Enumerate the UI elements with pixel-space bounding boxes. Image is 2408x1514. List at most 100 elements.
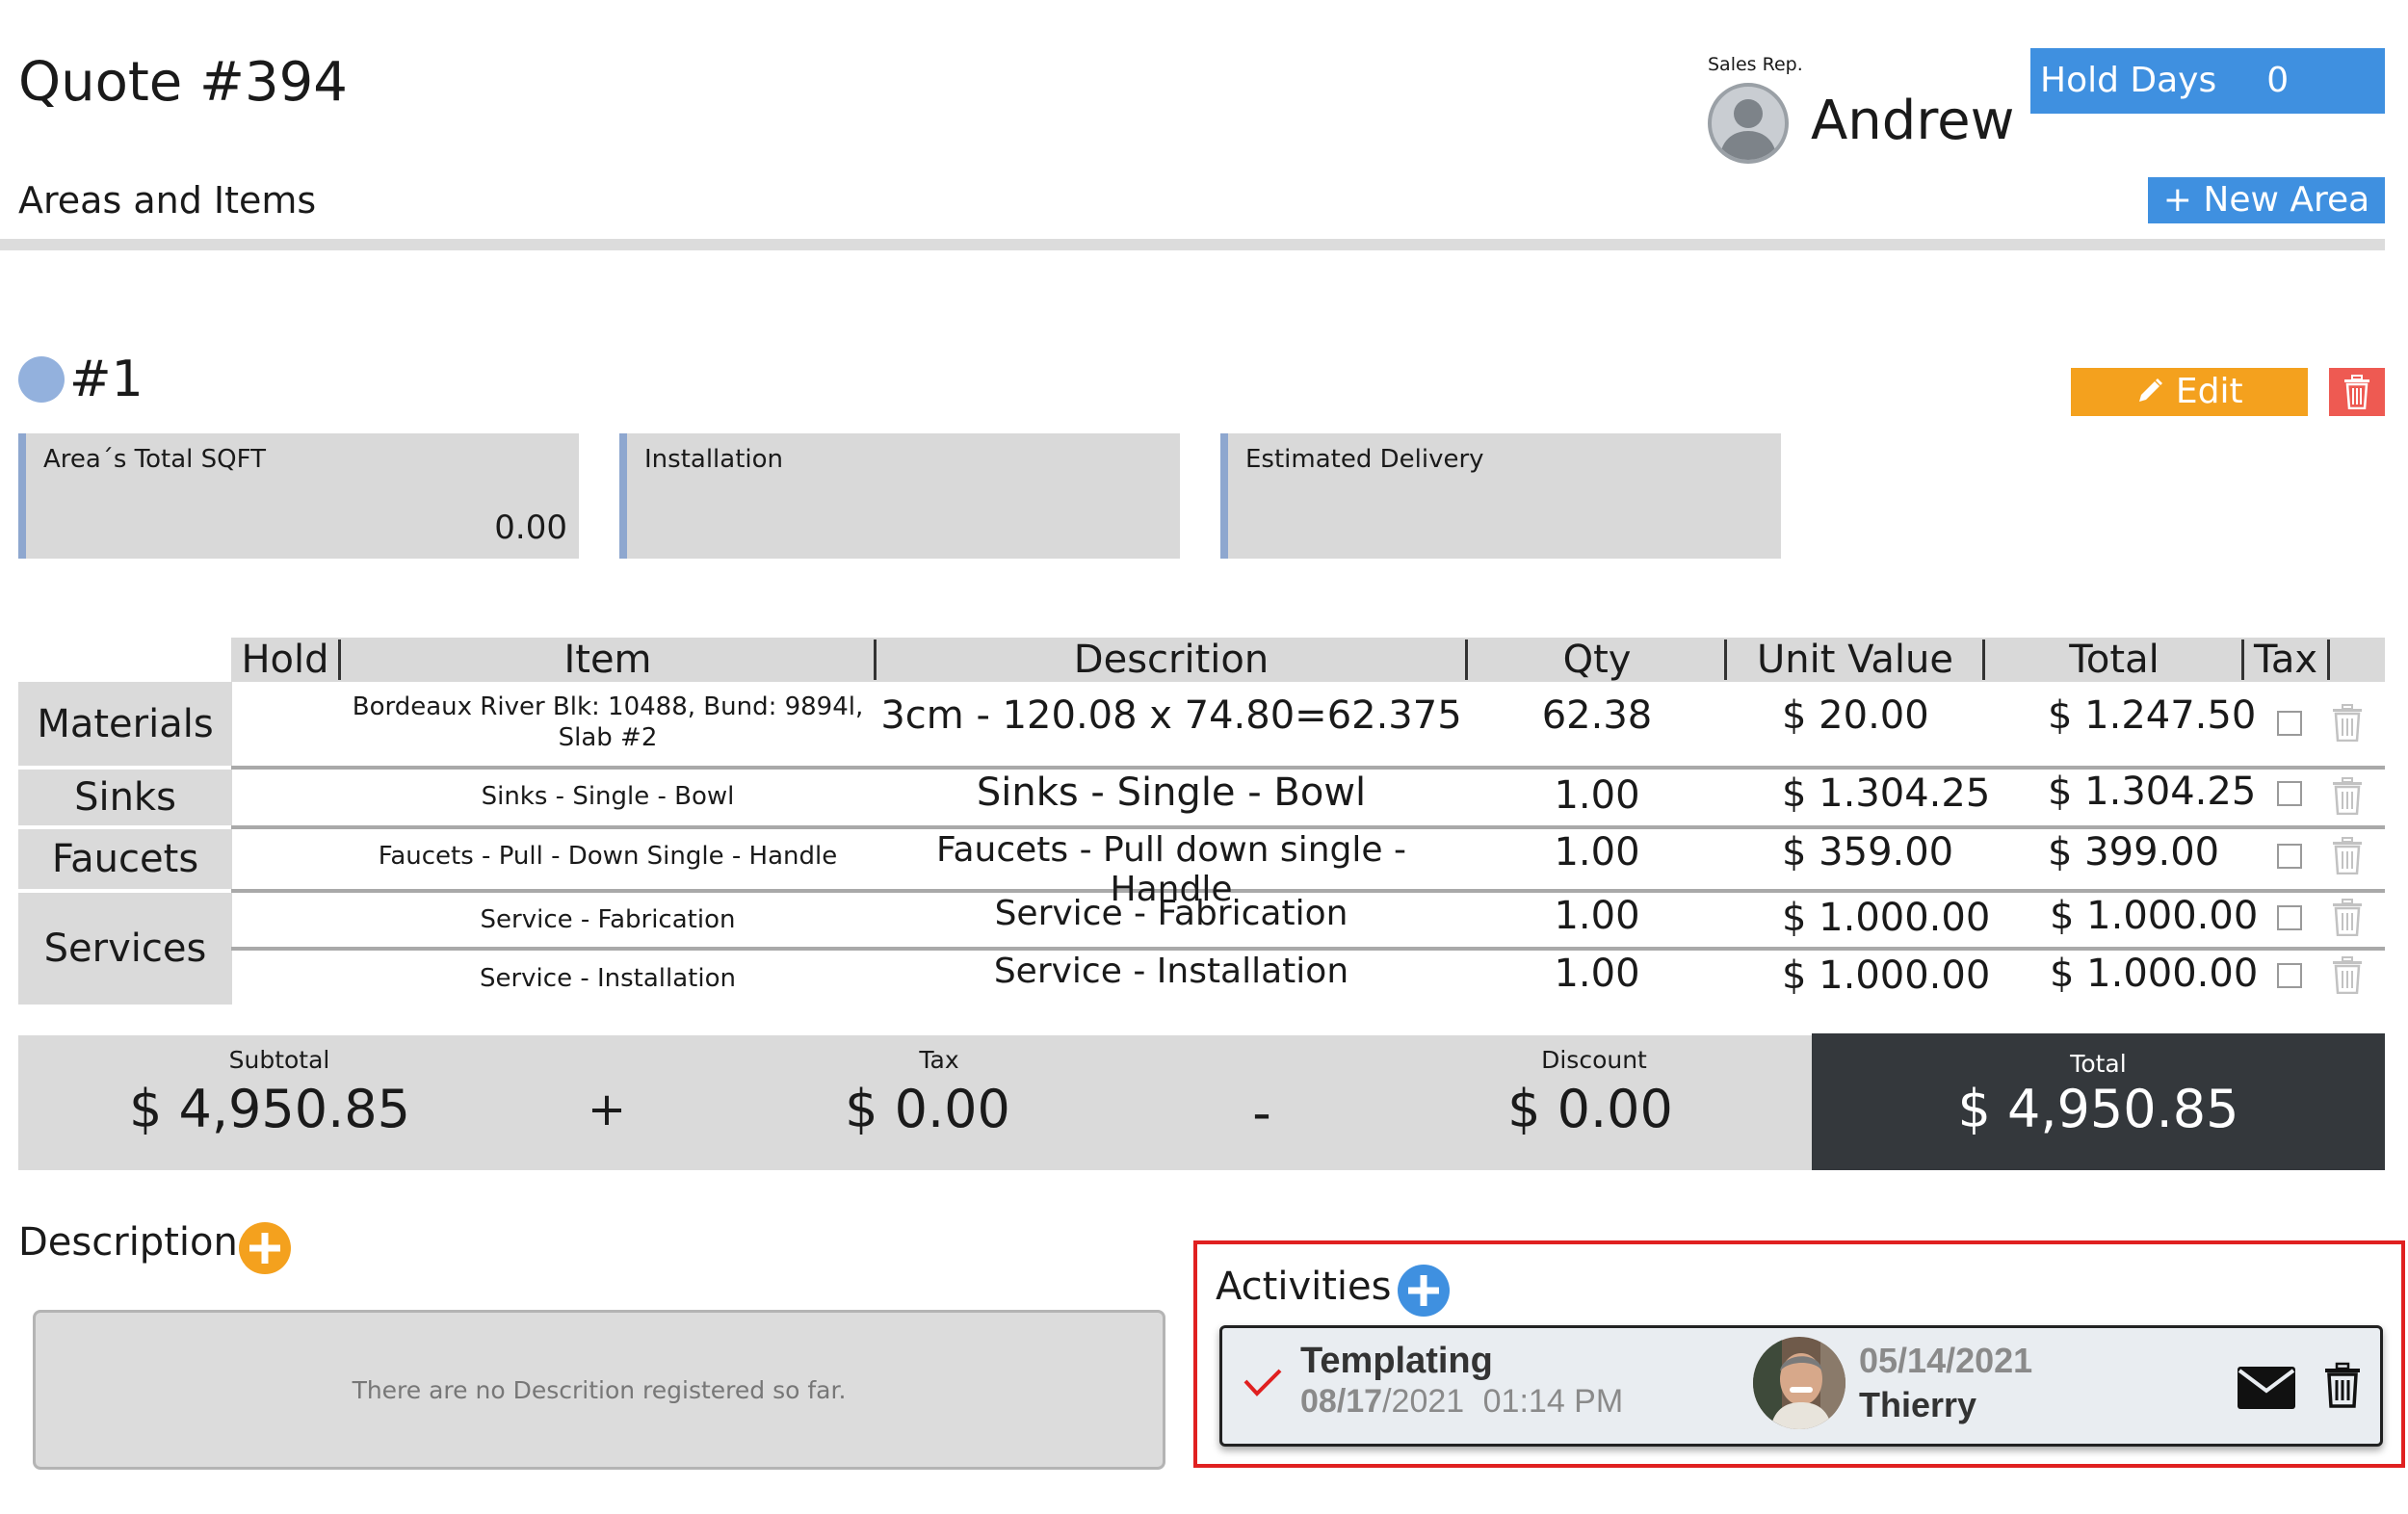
total-value: $ 4,950.85 (1957, 1079, 2239, 1139)
item-cell: Service - Fabrication (480, 905, 736, 934)
subtotal-value: $ 4,950.85 (129, 1079, 410, 1139)
qty-cell: 1.00 (1554, 773, 1640, 818)
edit-area-button[interactable]: Edit (2071, 368, 2308, 416)
qty-cell: 1.00 (1554, 894, 1640, 938)
hold-days-label: Hold Days (2040, 61, 2217, 100)
unit-value-cell: $ 1.304.25 (1782, 771, 1991, 816)
column-header-hold: Hold (241, 638, 329, 682)
email-activity-button[interactable] (2237, 1366, 2296, 1414)
item-cell: Service - Installation (479, 964, 736, 993)
hold-days-value: 0 (2266, 61, 2290, 100)
description-cell: Service - Installation (993, 952, 1349, 991)
activity-user-avatar (1753, 1337, 1845, 1429)
hold-days-badge[interactable]: Hold Days 0 (2030, 48, 2385, 114)
estimated-delivery-card: Estimated Delivery (1220, 433, 1781, 559)
user-photo-icon (1753, 1337, 1845, 1429)
item-line: Bordeaux River Blk: 10488, Bund: 9894l, (352, 692, 864, 721)
checkmark-icon (1243, 1369, 1282, 1397)
column-header-tax: Tax (2254, 638, 2317, 682)
user-icon (1719, 99, 1777, 160)
column-header-qty: Qty (1562, 638, 1632, 682)
header-divider (0, 239, 2385, 250)
category-services: Services (18, 893, 232, 1005)
pencil-icon (2139, 378, 2163, 402)
qty-cell: 1.00 (1554, 830, 1640, 874)
delete-row-button[interactable] (2331, 955, 2364, 995)
discount-label: Discount (1541, 1046, 1647, 1074)
column-header-description: Descrition (1073, 638, 1269, 682)
unit-value-cell: $ 1.000.00 (1782, 953, 1991, 998)
new-area-button[interactable]: + New Area (2148, 177, 2385, 223)
delete-row-button[interactable] (2331, 776, 2364, 816)
tax-checkbox[interactable] (2277, 844, 2302, 869)
delete-activity-button[interactable] (2323, 1362, 2362, 1412)
item-line: Slab #2 (558, 723, 658, 752)
delete-row-button[interactable] (2331, 898, 2364, 937)
delete-row-button[interactable] (2331, 703, 2364, 743)
activity-due-date: 05/14/2021 (1859, 1341, 2033, 1380)
tax-checkbox[interactable] (2277, 781, 2302, 806)
plus-sign: + (587, 1083, 627, 1136)
description-cell: 3cm - 120.08 x 74.80=62.375 (880, 693, 1462, 738)
tax-checkbox[interactable] (2277, 711, 2302, 736)
column-divider (2327, 640, 2330, 680)
category-faucets: Faucets (18, 829, 232, 889)
total-cell: $ 1.000.00 (2050, 952, 2259, 996)
qty-cell: 1.00 (1554, 952, 1640, 996)
area-sqft-card: Area´s Total SQFT 0.00 (18, 433, 579, 559)
subtotal-label: Subtotal (228, 1046, 330, 1074)
description-title: Description (18, 1220, 238, 1265)
activities-title: Activities (1216, 1265, 1392, 1309)
delete-area-button[interactable] (2329, 368, 2385, 416)
trash-icon (2333, 837, 2362, 875)
card-value: 0.00 (494, 509, 567, 547)
plus-circle-icon (1398, 1265, 1450, 1317)
item-cell: Faucets - Pull - Down Single - Handle (378, 842, 838, 871)
envelope-icon (2238, 1367, 2295, 1409)
minus-sign: - (1252, 1083, 1271, 1143)
activity-time: 01:14 PM (1482, 1383, 1624, 1420)
column-header-unit-value: Unit Value (1757, 638, 1953, 682)
trash-icon (2333, 777, 2362, 816)
activity-title: Templating (1300, 1341, 1493, 1381)
add-activity-button[interactable] (1397, 1264, 1451, 1318)
item-cell: Bordeaux River Blk: 10488, Bund: 9894l, … (341, 692, 875, 753)
activity-date-day: 08/17 (1300, 1383, 1383, 1420)
tax-value: $ 0.00 (845, 1079, 1010, 1139)
description-empty-text: There are no Descrition registered so fa… (352, 1375, 847, 1404)
sales-rep-label: Sales Rep. (1708, 54, 1803, 75)
trash-icon (2344, 375, 2369, 409)
trash-icon (2333, 956, 2362, 995)
activity-date-year: /2021 (1382, 1383, 1465, 1420)
sales-rep-avatar (1708, 83, 1789, 164)
area-color-dot (18, 356, 65, 403)
tax-label: Tax (919, 1046, 959, 1074)
tax-checkbox[interactable] (2277, 905, 2302, 930)
unit-value-cell: $ 1.000.00 (1782, 896, 1991, 940)
total-cell: $ 1.000.00 (2050, 894, 2259, 938)
unit-value-cell: $ 20.00 (1782, 693, 1929, 738)
category-sinks: Sinks (18, 770, 232, 825)
total-label: Total (2070, 1050, 2127, 1078)
area-number: #1 (69, 351, 144, 408)
description-cell: Service - Fabrication (994, 894, 1348, 933)
category-materials: Materials (18, 682, 232, 767)
column-header-item: Item (563, 638, 652, 682)
total-cell: $ 1.304.25 (2048, 770, 2257, 814)
plus-circle-icon (239, 1222, 291, 1274)
total-cell: $ 399.00 (2048, 830, 2220, 874)
total-cell: $ 1.247.50 (2048, 693, 2257, 738)
delete-row-button[interactable] (2331, 836, 2364, 875)
add-description-button[interactable] (238, 1221, 292, 1275)
edit-label: Edit (2175, 372, 2243, 411)
activity-datetime: 08/17/2021 01:14 PM (1300, 1383, 1623, 1421)
qty-cell: 62.38 (1541, 693, 1653, 738)
trash-icon (2333, 899, 2362, 937)
tax-checkbox[interactable] (2277, 963, 2302, 988)
installation-card: Installation (619, 433, 1180, 559)
discount-value: $ 0.00 (1507, 1079, 1673, 1139)
card-label: Estimated Delivery (1245, 445, 1484, 474)
description-cell: Sinks - Single - Bowl (976, 770, 1367, 815)
page-title: Quote #394 (18, 51, 348, 114)
sales-rep-name[interactable]: Andrew (1811, 87, 2014, 156)
